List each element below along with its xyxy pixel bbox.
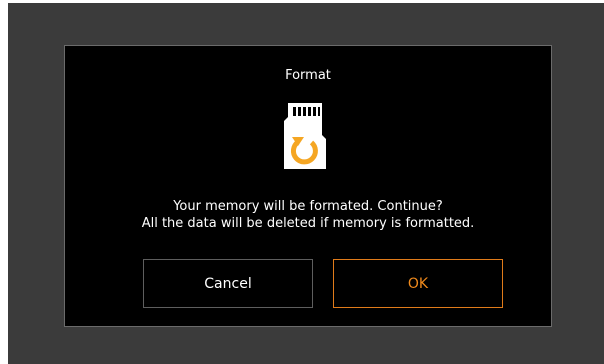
- dialog-title: Format: [285, 68, 331, 83]
- device-screen: Format Your memory will be formated. Con…: [8, 3, 604, 364]
- message-line-2: All the data will be deleted if memory i…: [141, 216, 475, 231]
- sd-card-format-icon: [282, 101, 328, 171]
- message-line-1: Your memory will be formated. Continue?: [173, 199, 443, 214]
- format-dialog: Format Your memory will be formated. Con…: [64, 45, 552, 327]
- ok-button[interactable]: OK: [333, 259, 503, 308]
- dialog-message: Your memory will be formated. Continue? …: [65, 198, 551, 232]
- cancel-button[interactable]: Cancel: [143, 259, 313, 308]
